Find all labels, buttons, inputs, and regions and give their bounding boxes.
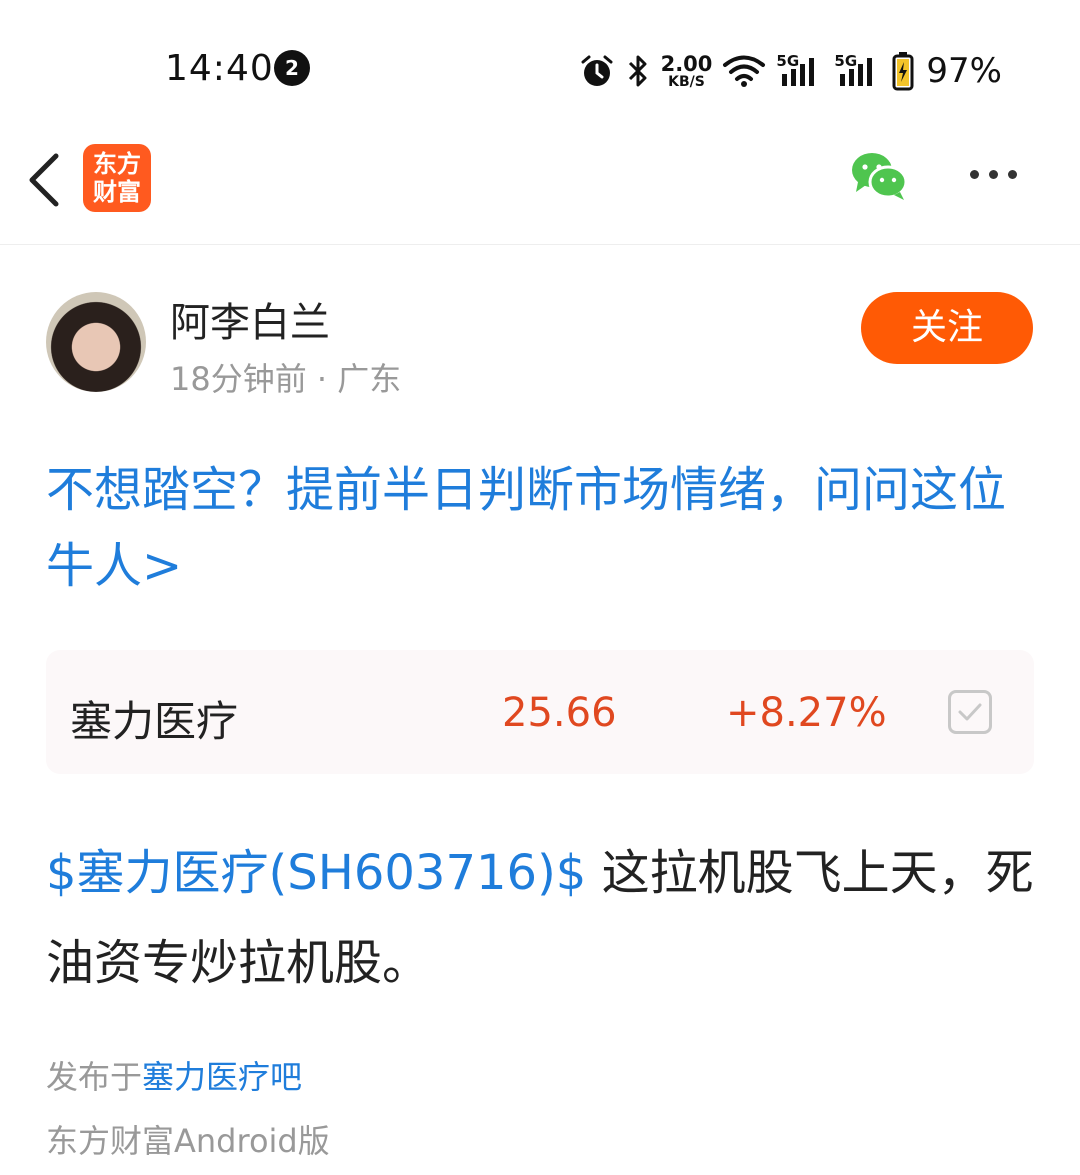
- stock-price: 25.66: [502, 690, 617, 736]
- more-dot-icon: [970, 169, 979, 179]
- bluetooth-icon: [628, 55, 647, 87]
- app-logo[interactable]: 东方 财富: [83, 144, 151, 212]
- promo-link[interactable]: 不想踏空？提前半日判断市场情绪，问问这位牛人>: [46, 452, 1036, 604]
- wechat-icon: [852, 153, 908, 200]
- back-button[interactable]: [22, 148, 72, 212]
- wifi-icon: [723, 55, 766, 87]
- net-speed-value: 2.00: [660, 51, 713, 76]
- chevron-left-icon: [29, 153, 59, 207]
- wechat-share-button[interactable]: [850, 150, 910, 202]
- more-dot-icon: [1008, 169, 1017, 179]
- add-to-watchlist-checkbox[interactable]: [948, 690, 992, 734]
- post-body: $塞力医疗(SH603716)$ 这拉机股飞上天，死油资专炒拉机股。: [46, 828, 1036, 1008]
- author-avatar[interactable]: [46, 292, 146, 392]
- status-time: 14:40: [165, 48, 274, 89]
- network-speed: 2.00 KB/S: [660, 51, 713, 90]
- stock-quote-card[interactable]: 塞力医疗 25.66 +8.27%: [46, 650, 1034, 774]
- cell-signal-icon: [840, 58, 873, 86]
- battery-charging-icon: [892, 52, 914, 91]
- stock-name: 塞力医疗: [70, 697, 239, 746]
- top-nav: 东方 财富: [0, 130, 1080, 245]
- stock-tag-link[interactable]: $塞力医疗(SH603716)$: [46, 845, 586, 901]
- check-icon: [958, 703, 982, 721]
- published-prefix: 发布于: [46, 1058, 143, 1096]
- cell-signal-icon: [782, 58, 815, 86]
- status-icons: 2.00 KB/S 5G 5G 97%: [579, 46, 1002, 96]
- signal-5g-1: 5G: [776, 52, 824, 88]
- status-bar: 14:40 2 2.00 KB/S 5G 5G 97%: [0, 0, 1080, 130]
- published-in: 发布于塞力医疗吧: [46, 1052, 302, 1098]
- bar-link[interactable]: 塞力医疗吧: [142, 1058, 302, 1096]
- follow-button[interactable]: 关注: [861, 292, 1033, 364]
- author-name[interactable]: 阿李白兰: [170, 290, 330, 348]
- client-source: 东方财富Android版: [46, 1122, 330, 1160]
- post-meta: 18分钟前 · 广东: [170, 360, 402, 398]
- more-dot-icon: [989, 169, 998, 179]
- logo-line2: 财富: [93, 178, 141, 206]
- stock-change: +8.27%: [726, 690, 887, 736]
- signal-5g-2: 5G: [834, 52, 882, 88]
- notification-badge: 2: [274, 50, 310, 86]
- more-options-button[interactable]: [970, 164, 1032, 184]
- logo-line1: 东方: [93, 150, 141, 178]
- alarm-icon: [581, 55, 613, 86]
- battery-percent: 97%: [926, 51, 1002, 91]
- net-speed-unit: KB/S: [668, 73, 705, 90]
